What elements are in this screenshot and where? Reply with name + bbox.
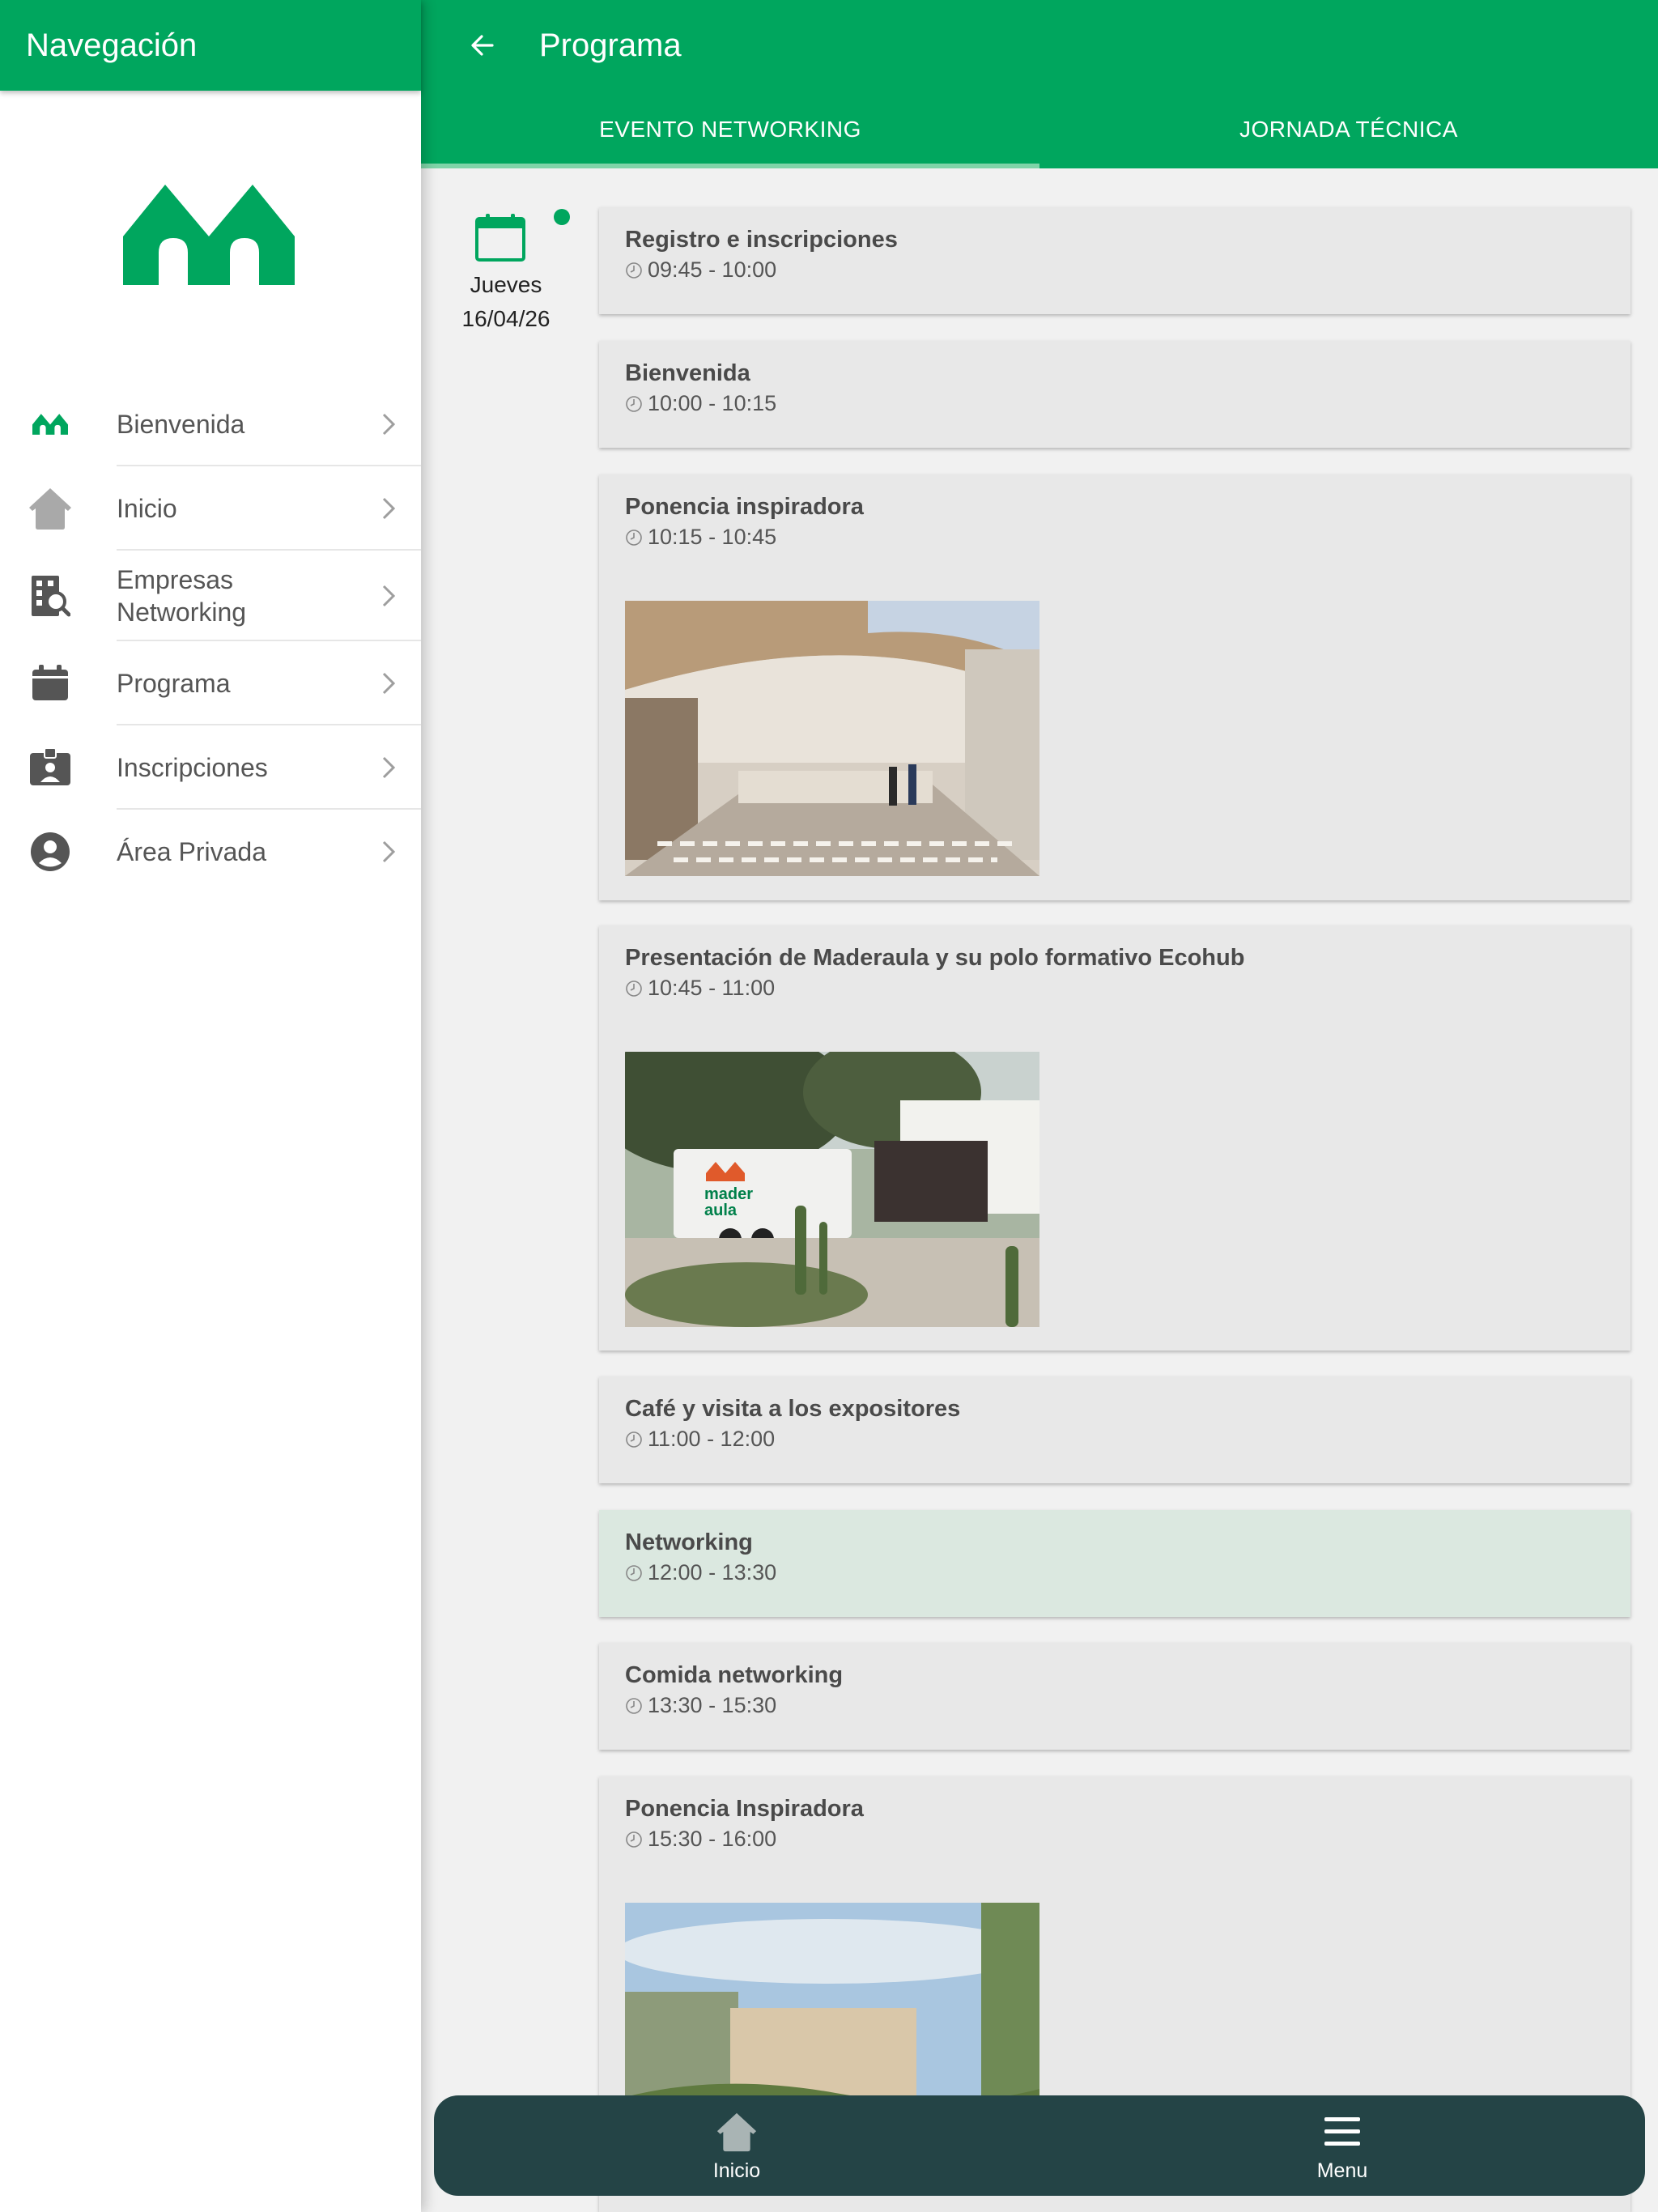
session-title: Comida networking xyxy=(625,1662,844,1688)
session-time: 13:30 - 15:30 xyxy=(625,1693,776,1718)
sidebar-item-label: Área Privada xyxy=(117,837,266,866)
day-date: 16/04/26 xyxy=(461,306,551,331)
calendar-icon xyxy=(26,659,74,708)
day-name: Jueves xyxy=(470,272,542,297)
clock-icon xyxy=(626,980,642,997)
session-card[interactable]: Bienvenida 10:00 - 10:15 xyxy=(599,341,1630,448)
clock-icon xyxy=(626,1431,642,1448)
tab-evento-networking[interactable]: EVENTO NETWORKING xyxy=(421,91,1039,168)
sidebar-item-inscripciones[interactable]: Inscripciones xyxy=(0,725,421,810)
chevron-right-icon xyxy=(382,756,396,779)
session-title: Registro e inscripciones xyxy=(625,227,898,253)
clock-icon xyxy=(626,1564,642,1581)
session-time-text: 13:30 - 15:30 xyxy=(648,1693,777,1717)
session-time-text: 09:45 - 10:00 xyxy=(648,257,777,282)
trailer-logo-line2: aula xyxy=(704,1202,738,1219)
session-card[interactable]: Presentación de Maderaula y su polo form… xyxy=(599,925,1630,1351)
session-card-current[interactable]: Networking 12:00 - 13:30 xyxy=(599,1510,1630,1617)
bottom-nav-home-label: Inicio xyxy=(712,2159,761,2182)
clock-icon xyxy=(626,262,642,279)
bottom-navigation: Inicio Menu xyxy=(434,2095,1645,2196)
hamburger-menu-icon xyxy=(1320,2109,1365,2155)
clock-icon xyxy=(626,1697,642,1714)
current-day-indicator xyxy=(554,209,570,225)
session-image: mader aula xyxy=(625,1052,1039,1327)
bottom-nav-home[interactable]: Inicio xyxy=(434,2095,1039,2196)
session-card[interactable]: Café y visita a los expositores 11:00 - … xyxy=(599,1376,1630,1483)
sidebar-item-label: Bienvenida xyxy=(117,410,245,439)
sidebar-item-area-privada[interactable]: Área Privada xyxy=(0,810,421,894)
session-card[interactable]: Comida networking 13:30 - 15:30 xyxy=(599,1643,1630,1750)
session-title: Bienvenida xyxy=(625,360,750,386)
session-time: 09:45 - 10:00 xyxy=(625,257,776,283)
chevron-right-icon xyxy=(382,672,396,695)
tab-bar: EVENTO NETWORKING JORNADA TÉCNICA xyxy=(421,91,1658,168)
badge-icon xyxy=(26,743,74,792)
session-time-text: 15:30 - 16:00 xyxy=(648,1827,777,1851)
session-time: 10:45 - 11:00 xyxy=(625,976,775,1001)
back-button[interactable] xyxy=(421,0,494,91)
tab-jornada-tecnica[interactable]: JORNADA TÉCNICA xyxy=(1039,91,1658,168)
clock-icon xyxy=(626,395,642,412)
session-time: 15:30 - 16:00 xyxy=(625,1827,776,1852)
session-card[interactable]: Ponencia inspiradora 10:15 - 10:45 xyxy=(599,474,1630,900)
session-card[interactable]: Registro e inscripciones 09:45 - 10:00 xyxy=(599,207,1630,314)
session-time-text: 11:00 - 12:00 xyxy=(648,1427,776,1451)
chevron-right-icon xyxy=(382,585,396,607)
brand-logo-icon xyxy=(26,400,74,449)
clock-icon xyxy=(626,1831,642,1848)
bottom-nav-menu-label: Menu xyxy=(1316,2159,1368,2182)
building-search-icon xyxy=(26,572,74,620)
home-icon xyxy=(26,484,74,533)
sidebar-item-label: Programa xyxy=(117,669,231,698)
session-time-text: 10:45 - 11:00 xyxy=(648,976,776,1000)
navigation-drawer: Navegación Bienvenida Inicio Empresas Ne… xyxy=(0,0,421,2212)
chevron-right-icon xyxy=(382,413,396,436)
program-page: Programa EVENTO NETWORKING JORNADA TÉCNI… xyxy=(421,0,1658,2212)
drawer-header: Navegación xyxy=(0,0,421,91)
chevron-right-icon xyxy=(382,497,396,520)
drawer-title: Navegación xyxy=(26,27,198,63)
app-bar: Programa xyxy=(421,0,1658,91)
trailer-logo-line1: mader xyxy=(704,1185,753,1203)
session-time: 10:15 - 10:45 xyxy=(625,525,776,550)
sidebar-item-label: Empresas Networking xyxy=(117,565,247,627)
page-title: Programa xyxy=(539,27,682,63)
session-title: Networking xyxy=(625,1529,753,1555)
session-time-text: 10:00 - 10:15 xyxy=(648,391,777,415)
session-title: Café y visita a los expositores xyxy=(625,1396,961,1422)
brand-logo-icon xyxy=(123,185,295,285)
session-title: Ponencia inspiradora xyxy=(625,494,864,520)
sidebar-item-label: Inicio xyxy=(117,494,177,523)
sidebar-item-label: Inscripciones xyxy=(117,753,268,782)
session-title: Presentación de Maderaula y su polo form… xyxy=(625,945,1245,971)
chevron-right-icon xyxy=(382,840,396,863)
sidebar-item-programa[interactable]: Programa xyxy=(0,641,421,725)
calendar-icon xyxy=(475,214,525,262)
sidebar-item-bienvenida[interactable]: Bienvenida xyxy=(0,382,421,466)
session-title: Ponencia Inspiradora xyxy=(625,1796,864,1822)
session-time: 12:00 - 13:30 xyxy=(625,1560,776,1585)
session-time: 10:00 - 10:15 xyxy=(625,391,776,416)
session-time: 11:00 - 12:00 xyxy=(625,1427,775,1452)
session-time-text: 12:00 - 13:30 xyxy=(648,1560,777,1585)
session-time-text: 10:15 - 10:45 xyxy=(648,525,777,549)
arrow-left-icon xyxy=(471,35,494,56)
account-circle-icon xyxy=(26,827,74,876)
clock-icon xyxy=(626,529,642,546)
bottom-nav-menu[interactable]: Menu xyxy=(1039,2095,1645,2196)
home-icon xyxy=(714,2109,759,2155)
session-image xyxy=(625,601,1039,876)
nav-list: Bienvenida Inicio Empresas Networking Pr… xyxy=(0,382,421,894)
sidebar-item-empresas-networking[interactable]: Empresas Networking xyxy=(0,551,421,641)
sidebar-item-inicio[interactable]: Inicio xyxy=(0,466,421,551)
